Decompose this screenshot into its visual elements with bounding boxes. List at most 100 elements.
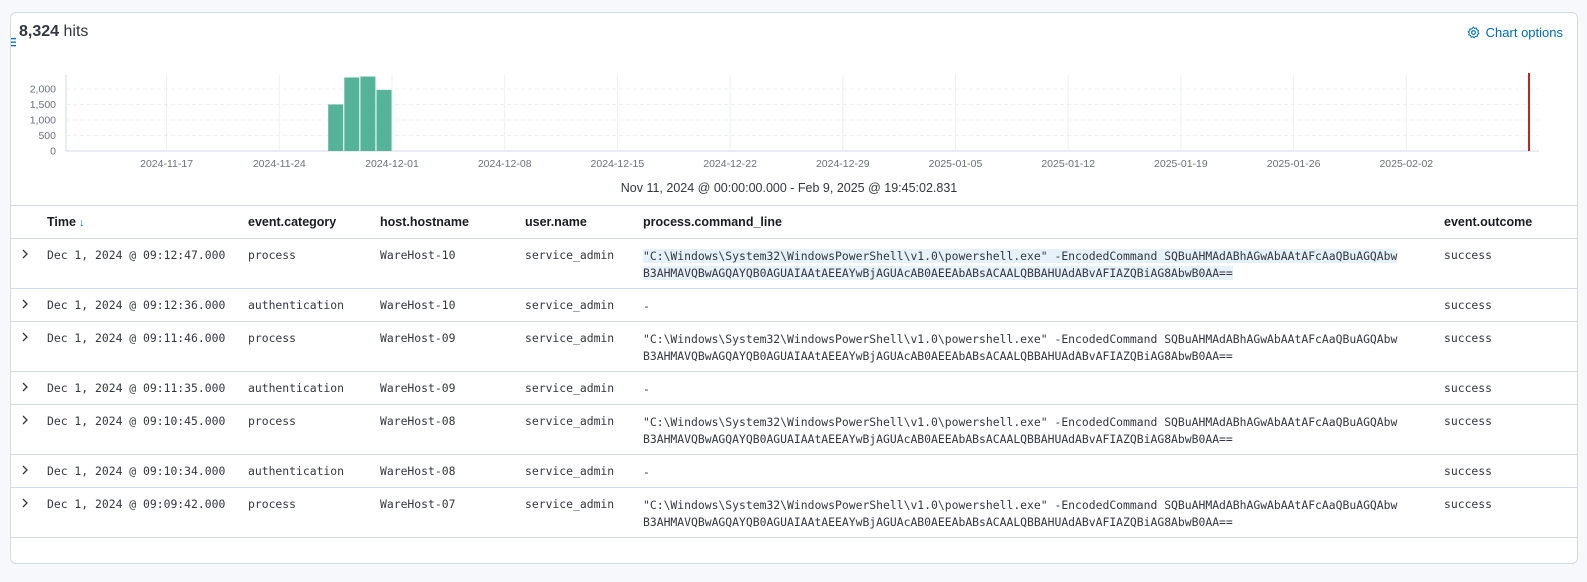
time-range-label: Nov 11, 2024 @ 00:00:00.000 - Feb 9, 202… bbox=[620, 181, 958, 195]
command-line-cell: "C:\Windows\System32\WindowsPowerShell\v… bbox=[643, 238, 1444, 289]
event-category-cell: authentication bbox=[248, 371, 380, 405]
hits-label: hits bbox=[63, 23, 89, 40]
column-header-user-name[interactable]: user.name bbox=[525, 205, 643, 239]
user-name-cell: service_admin bbox=[525, 321, 643, 372]
event-category-cell: process bbox=[248, 238, 380, 289]
discover-panel: 8,324 hits Chart options 2,000 1,500 1,000… bbox=[10, 12, 1578, 564]
expand-row-cell[interactable] bbox=[11, 288, 47, 322]
host-hostname-cell: WareHost-08 bbox=[380, 454, 525, 488]
time-cell: Dec 1, 2024 @ 09:11:35.000 bbox=[47, 371, 248, 405]
x-tick-label: 2024-11-24 bbox=[253, 158, 306, 170]
y-tick-label: 1,500 bbox=[30, 99, 56, 111]
expand-row-cell[interactable] bbox=[11, 454, 47, 488]
table-row[interactable]: Dec 1, 2024 @ 09:10:45.000 process WareH… bbox=[11, 404, 1577, 455]
column-header-process-command-line[interactable]: process.command_line bbox=[643, 205, 1444, 239]
time-cell: Dec 1, 2024 @ 09:10:34.000 bbox=[47, 454, 248, 488]
user-name-cell: service_admin bbox=[525, 288, 643, 322]
chevron-right-icon[interactable] bbox=[21, 332, 29, 342]
x-tick-label: 2025-01-26 bbox=[1267, 158, 1321, 170]
time-cell: Dec 1, 2024 @ 09:11:46.000 bbox=[47, 321, 248, 372]
column-header-time[interactable]: Time ↓ bbox=[47, 205, 248, 239]
x-tick-label: 2024-12-15 bbox=[591, 158, 645, 170]
expand-row-cell[interactable] bbox=[11, 404, 47, 455]
chevron-right-icon[interactable] bbox=[21, 465, 29, 475]
table-body: Dec 1, 2024 @ 09:12:47.000 process WareH… bbox=[11, 238, 1577, 538]
list-icon[interactable] bbox=[10, 37, 16, 47]
host-hostname-cell: WareHost-09 bbox=[380, 371, 525, 405]
gear-icon bbox=[1467, 26, 1480, 39]
column-header-event-outcome[interactable]: event.outcome bbox=[1444, 205, 1577, 239]
x-tick-label: 2024-12-22 bbox=[703, 158, 757, 170]
event-outcome-cell: success bbox=[1444, 454, 1577, 488]
command-line-text: "C:\Windows\System32\WindowsPowerShell\v… bbox=[643, 249, 1398, 263]
command-line-text-continued: B3AHMAVQBwAGQAYQB0AGUAIAAtAEEAYwBjAGUAcA… bbox=[643, 266, 1233, 280]
user-name-cell: service_admin bbox=[525, 454, 643, 488]
hits-counter: 8,324 hits bbox=[19, 23, 88, 41]
host-hostname-cell: WareHost-08 bbox=[380, 404, 525, 455]
chevron-right-icon[interactable] bbox=[21, 299, 29, 309]
x-tick-label: 2025-01-12 bbox=[1041, 158, 1095, 170]
command-line-text: - bbox=[643, 299, 650, 313]
histogram-bar bbox=[376, 89, 392, 151]
histogram-chart[interactable]: 2,000 1,500 1,000 500 0 2024-11-17 2024-11-24 2… bbox=[11, 69, 1577, 179]
header-expand bbox=[11, 205, 47, 239]
histogram-bar bbox=[360, 76, 376, 151]
column-header-event-category[interactable]: event.category bbox=[248, 205, 380, 239]
y-tick-label: 0 bbox=[50, 146, 56, 158]
user-name-cell: service_admin bbox=[525, 238, 643, 289]
table-row[interactable]: Dec 1, 2024 @ 09:09:42.000 process WareH… bbox=[11, 487, 1577, 538]
chevron-right-icon[interactable] bbox=[21, 249, 29, 259]
hits-count: 8,324 bbox=[19, 23, 60, 40]
command-line-text-continued: B3AHMAVQBwAGQAYQB0AGUAIAAtAEEAYwBjAGUAcA… bbox=[643, 349, 1233, 363]
table-row[interactable]: Dec 1, 2024 @ 09:11:35.000 authenticatio… bbox=[11, 371, 1577, 405]
event-outcome-cell: success bbox=[1444, 288, 1577, 322]
time-cell: Dec 1, 2024 @ 09:09:42.000 bbox=[47, 487, 248, 538]
command-line-text: - bbox=[643, 382, 650, 396]
event-outcome-cell: success bbox=[1444, 321, 1577, 372]
user-name-cell: service_admin bbox=[525, 404, 643, 455]
user-name-cell: service_admin bbox=[525, 371, 643, 405]
table-row[interactable]: Dec 1, 2024 @ 09:12:47.000 process WareH… bbox=[11, 238, 1577, 289]
documents-table-area: Time ↓ event.category host.hostname user.… bbox=[11, 205, 1577, 538]
expand-row-cell[interactable] bbox=[11, 487, 47, 538]
arrow-down-icon[interactable]: ↓ bbox=[79, 217, 85, 229]
x-tick-label: 2024-11-17 bbox=[140, 158, 193, 170]
host-hostname-cell: WareHost-07 bbox=[380, 487, 525, 538]
documents-table: Time ↓ event.category host.hostname user.… bbox=[11, 205, 1577, 538]
column-header-host-hostname[interactable]: host.hostname bbox=[380, 205, 525, 239]
command-line-cell: - bbox=[643, 371, 1444, 405]
command-line-cell: "C:\Windows\System32\WindowsPowerShell\v… bbox=[643, 404, 1444, 455]
host-hostname-cell: WareHost-10 bbox=[380, 238, 525, 289]
expand-row-cell[interactable] bbox=[11, 238, 47, 289]
event-outcome-cell: success bbox=[1444, 371, 1577, 405]
command-line-text-continued: B3AHMAVQBwAGQAYQB0AGUAIAAtAEEAYwBjAGUAcA… bbox=[643, 432, 1233, 446]
command-line-cell: - bbox=[643, 454, 1444, 488]
event-outcome-cell: success bbox=[1444, 487, 1577, 538]
chevron-right-icon[interactable] bbox=[21, 382, 29, 392]
event-category-cell: process bbox=[248, 321, 380, 372]
command-line-text: - bbox=[643, 465, 650, 479]
x-tick-label: 2024-12-08 bbox=[478, 158, 532, 170]
expand-row-cell[interactable] bbox=[11, 321, 47, 372]
chevron-right-icon[interactable] bbox=[21, 415, 29, 425]
event-outcome-cell: success bbox=[1444, 404, 1577, 455]
time-cell: Dec 1, 2024 @ 09:10:45.000 bbox=[47, 404, 248, 455]
chart-options-label: Chart options bbox=[1485, 25, 1563, 40]
command-line-cell: - bbox=[643, 288, 1444, 322]
table-row[interactable]: Dec 1, 2024 @ 09:10:34.000 authenticatio… bbox=[11, 454, 1577, 488]
table-row[interactable]: Dec 1, 2024 @ 09:12:36.000 authenticatio… bbox=[11, 288, 1577, 322]
table-row[interactable]: Dec 1, 2024 @ 09:11:46.000 process WareH… bbox=[11, 321, 1577, 372]
command-line-text: "C:\Windows\System32\WindowsPowerShell\v… bbox=[643, 498, 1398, 512]
x-tick-label: 2025-02-02 bbox=[1379, 158, 1433, 170]
x-tick-label: 2024-12-01 bbox=[365, 158, 419, 170]
event-outcome-cell: success bbox=[1444, 238, 1577, 289]
chart-options-button[interactable]: Chart options bbox=[1467, 25, 1563, 40]
command-line-cell: "C:\Windows\System32\WindowsPowerShell\v… bbox=[643, 321, 1444, 372]
expand-row-cell[interactable] bbox=[11, 371, 47, 405]
table-header-row: Time ↓ event.category host.hostname user.… bbox=[11, 205, 1577, 239]
chevron-right-icon[interactable] bbox=[21, 498, 29, 508]
command-line-text-continued: B3AHMAVQBwAGQAYQB0AGUAIAAtAEEAYwBjAGUAcA… bbox=[643, 515, 1233, 529]
event-category-cell: authentication bbox=[248, 454, 380, 488]
user-name-cell: service_admin bbox=[525, 487, 643, 538]
command-line-text: "C:\Windows\System32\WindowsPowerShell\v… bbox=[643, 332, 1398, 346]
